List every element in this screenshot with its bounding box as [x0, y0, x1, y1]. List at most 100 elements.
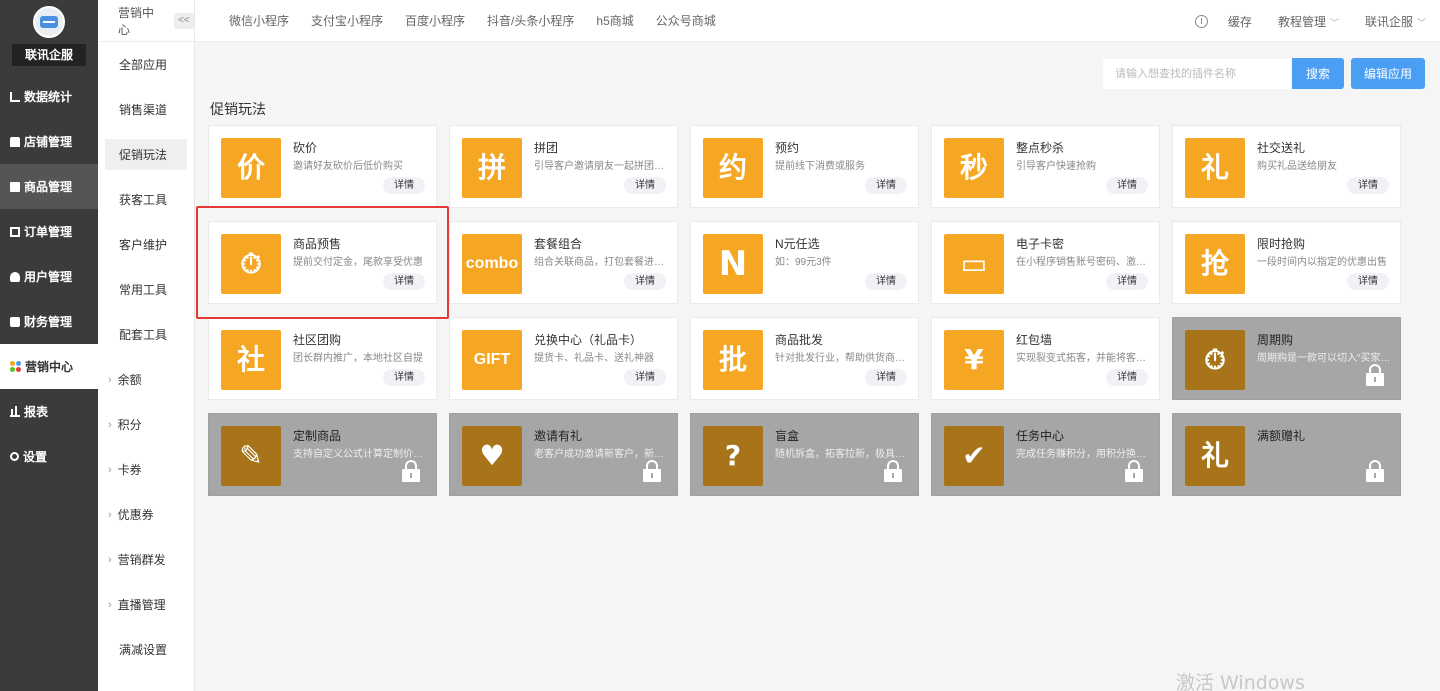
- sidebar-item-goods[interactable]: 商品管理: [0, 164, 98, 209]
- subnav-item-retention[interactable]: 客户维护: [98, 222, 194, 267]
- app-card-red-packet[interactable]: ¥ 红包墙 实现裂变式拓客，并能将客户沉淀 详情: [931, 317, 1160, 400]
- full-gift-icon: 礼: [1185, 426, 1245, 486]
- detail-button[interactable]: 详情: [865, 369, 907, 386]
- subnav-item-balance[interactable]: › 余额: [98, 357, 194, 402]
- app-name: 满额赠礼: [1257, 429, 1306, 443]
- download-icon[interactable]: [1194, 14, 1208, 28]
- app-name: 套餐组合: [534, 237, 583, 251]
- subnav-item-sales-channel[interactable]: 销售渠道: [98, 87, 194, 132]
- detail-button[interactable]: 详情: [624, 273, 666, 290]
- app-card-blind-box[interactable]: ? 盲盒 随机拆盒，拓客拉新，极具趣味性: [690, 413, 919, 496]
- app-name: N元任选: [775, 237, 820, 251]
- app-card-n-yuan[interactable]: N N元任选 如：99元3件 详情: [690, 221, 919, 304]
- lock-icon: [884, 460, 902, 482]
- app-card-task-center[interactable]: ✔ 任务中心 完成任务赚积分，用积分换商品: [931, 413, 1160, 496]
- subnav-item-promotion[interactable]: 促销玩法: [98, 132, 194, 177]
- chevron-right-icon: ›: [108, 463, 112, 476]
- detail-button[interactable]: 详情: [1106, 369, 1148, 386]
- subnav-item-points[interactable]: › 积分: [98, 402, 194, 447]
- subnav-item-acquisition[interactable]: 获客工具: [98, 177, 194, 222]
- app-card-gift-card[interactable]: GIFT 兑换中心（礼品卡） 提货卡、礼品卡、送礼神器 详情: [449, 317, 678, 400]
- tab-baidu-mini[interactable]: 百度小程序: [405, 12, 465, 29]
- subnav-item-all-apps[interactable]: 全部应用: [98, 42, 194, 87]
- app-name: 任务中心: [1016, 429, 1065, 443]
- sidebar-item-stats[interactable]: 数据统计: [0, 74, 98, 119]
- app-card-full-gift[interactable]: 礼 满额赠礼: [1172, 413, 1401, 496]
- detail-button[interactable]: 详情: [383, 369, 425, 386]
- app-card-community[interactable]: 社 社区团购 团长群内推广，本地社区自提 详情: [208, 317, 437, 400]
- app-card-flash-sale[interactable]: 秒 整点秒杀 引导客户快速抢购 详情: [931, 125, 1160, 208]
- app-card-limited-time[interactable]: 抢 限时抢购 一段时间内以指定的优惠出售 详情: [1172, 221, 1401, 304]
- app-card-custom-goods[interactable]: ✎ 定制商品 支持自定义公式计算定制价格的应用: [208, 413, 437, 496]
- tab-douyin-mini[interactable]: 抖音/头条小程序: [487, 12, 574, 29]
- subnav-item-support-tools[interactable]: 配套工具: [98, 312, 194, 357]
- app-name: 限时抢购: [1257, 237, 1306, 251]
- task-icon: ✔: [944, 426, 1004, 486]
- user-icon: [10, 271, 20, 282]
- edit-apps-button[interactable]: 编辑应用: [1351, 58, 1425, 89]
- brand-logo-icon[interactable]: [33, 6, 65, 38]
- gear-icon: [10, 452, 19, 461]
- report-icon: [10, 405, 20, 417]
- chevron-down-icon: ﹀: [1329, 17, 1339, 28]
- detail-button[interactable]: 详情: [383, 273, 425, 290]
- subnav-item-coupons[interactable]: › 优惠券: [98, 492, 194, 537]
- app-card-periodic[interactable]: ⏱ 周期购 周期购是一款可以切入“买家复购”的应用: [1172, 317, 1401, 400]
- tab-wechat-mini[interactable]: 微信小程序: [229, 12, 289, 29]
- tutorial-menu[interactable]: 教程管理 ﹀: [1278, 13, 1339, 30]
- app-card-reservation[interactable]: 约 预约 提前线下消费或服务 详情: [690, 125, 919, 208]
- sub-nav: 营销中心 << 全部应用 销售渠道 促销玩法 获客工具 客户维护 常用工具 配套…: [98, 0, 195, 691]
- subnav-item-common-tools[interactable]: 常用工具: [98, 267, 194, 312]
- plugin-search-input[interactable]: [1103, 59, 1291, 89]
- app-card-invite[interactable]: ♥ 邀请有礼 老客户成功邀请新客户，新老客户都有奖励: [449, 413, 678, 496]
- app-card-presale[interactable]: ⏱ 商品预售 提前交付定金，尾款享受优惠 详情: [208, 221, 437, 304]
- sub-nav-header: 营销中心 <<: [98, 0, 194, 42]
- subnav-item-cards[interactable]: › 卡券: [98, 447, 194, 492]
- sidebar-item-settings[interactable]: 设置: [0, 434, 98, 479]
- subnav-item-label: 积分: [117, 418, 142, 432]
- sidebar-item-label: 数据统计: [24, 90, 73, 104]
- subnav-item-live[interactable]: › 直播管理: [98, 582, 194, 627]
- marketing-icon: [10, 361, 21, 372]
- detail-button[interactable]: 详情: [1106, 177, 1148, 194]
- sidebar-item-orders[interactable]: 订单管理: [0, 209, 98, 254]
- sidebar-item-users[interactable]: 用户管理: [0, 254, 98, 299]
- detail-button[interactable]: 详情: [383, 177, 425, 194]
- app-card-combo[interactable]: combo 套餐组合 组合关联商品，打包套餐进行销售 详情: [449, 221, 678, 304]
- tab-official-mall[interactable]: 公众号商城: [656, 12, 716, 29]
- sidebar-item-finance[interactable]: 财务管理: [0, 299, 98, 344]
- detail-button[interactable]: 详情: [865, 273, 907, 290]
- detail-button[interactable]: 详情: [865, 177, 907, 194]
- search-button[interactable]: 搜索: [1292, 58, 1344, 89]
- app-card-card-key[interactable]: ▭ 电子卡密 在小程序销售账号密码、激活码等 详情: [931, 221, 1160, 304]
- tab-alipay-mini[interactable]: 支付宝小程序: [311, 12, 383, 29]
- subnav-item-discount[interactable]: 满减设置: [98, 627, 194, 672]
- sidebar-item-store[interactable]: 店铺管理: [0, 119, 98, 164]
- app-desc: 提前线下消费或服务: [775, 161, 865, 172]
- limited-time-icon: 抢: [1185, 234, 1245, 294]
- detail-button[interactable]: 详情: [1106, 273, 1148, 290]
- tab-h5-mall[interactable]: h5商城: [596, 12, 633, 29]
- bargain-icon: 价: [221, 138, 281, 198]
- reservation-icon: 约: [703, 138, 763, 198]
- app-card-bargain[interactable]: 价 砍价 邀请好友砍价后低价购买 详情: [208, 125, 437, 208]
- app-card-social-gift[interactable]: 礼 社交送礼 购买礼品送给朋友 详情: [1172, 125, 1401, 208]
- app-name: 兑换中心（礼品卡）: [534, 333, 643, 347]
- app-card-group-buy[interactable]: 拼 拼团 引导客户邀请朋友一起拼团购买 详情: [449, 125, 678, 208]
- subnav-item-broadcast[interactable]: › 营销群发: [98, 537, 194, 582]
- app-desc: 团长群内推广，本地社区自提: [293, 353, 423, 364]
- detail-button[interactable]: 详情: [1347, 273, 1389, 290]
- app-card-wholesale[interactable]: 批 商品批发 针对批发行业，帮助供货商快速拓客 详情: [690, 317, 919, 400]
- account-menu[interactable]: 联讯企服 ﹀: [1365, 13, 1426, 30]
- sidebar-item-report[interactable]: 报表: [0, 389, 98, 434]
- cache-link[interactable]: 缓存: [1228, 13, 1252, 30]
- app-name: 拼团: [534, 141, 559, 155]
- subnav-item-label: 卡券: [117, 463, 142, 477]
- group-buy-icon: 拼: [462, 138, 522, 198]
- detail-button[interactable]: 详情: [624, 177, 666, 194]
- collapse-button[interactable]: <<: [173, 12, 194, 29]
- subnav-item-label: 常用工具: [119, 283, 168, 297]
- sidebar-item-marketing[interactable]: 营销中心: [0, 344, 98, 389]
- detail-button[interactable]: 详情: [1347, 177, 1389, 194]
- detail-button[interactable]: 详情: [624, 369, 666, 386]
